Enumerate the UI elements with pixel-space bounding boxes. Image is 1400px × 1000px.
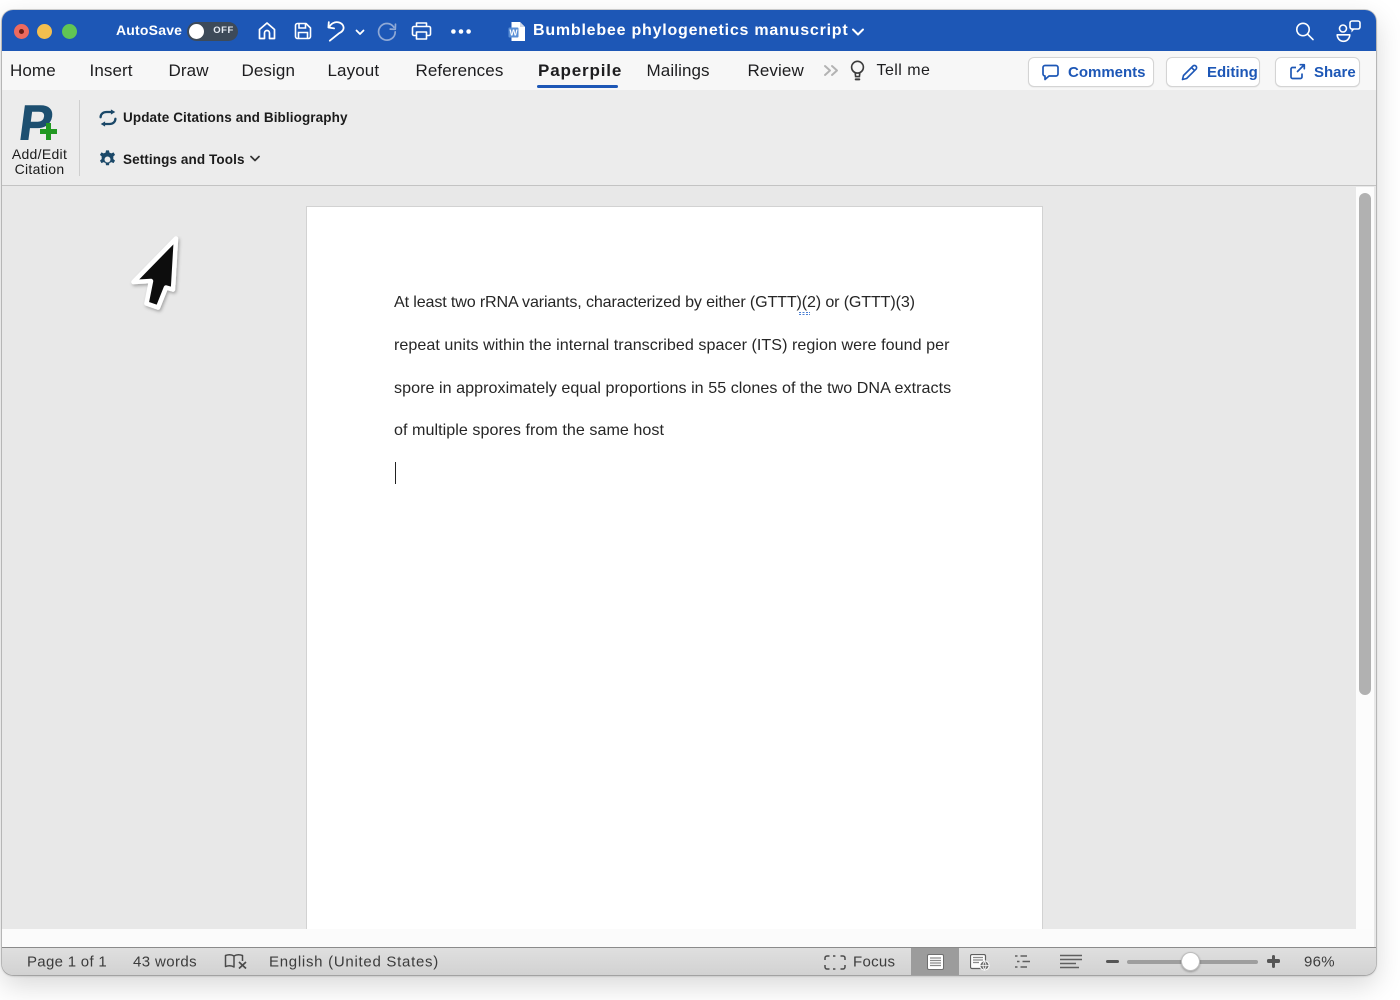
- svg-text:W: W: [509, 27, 518, 37]
